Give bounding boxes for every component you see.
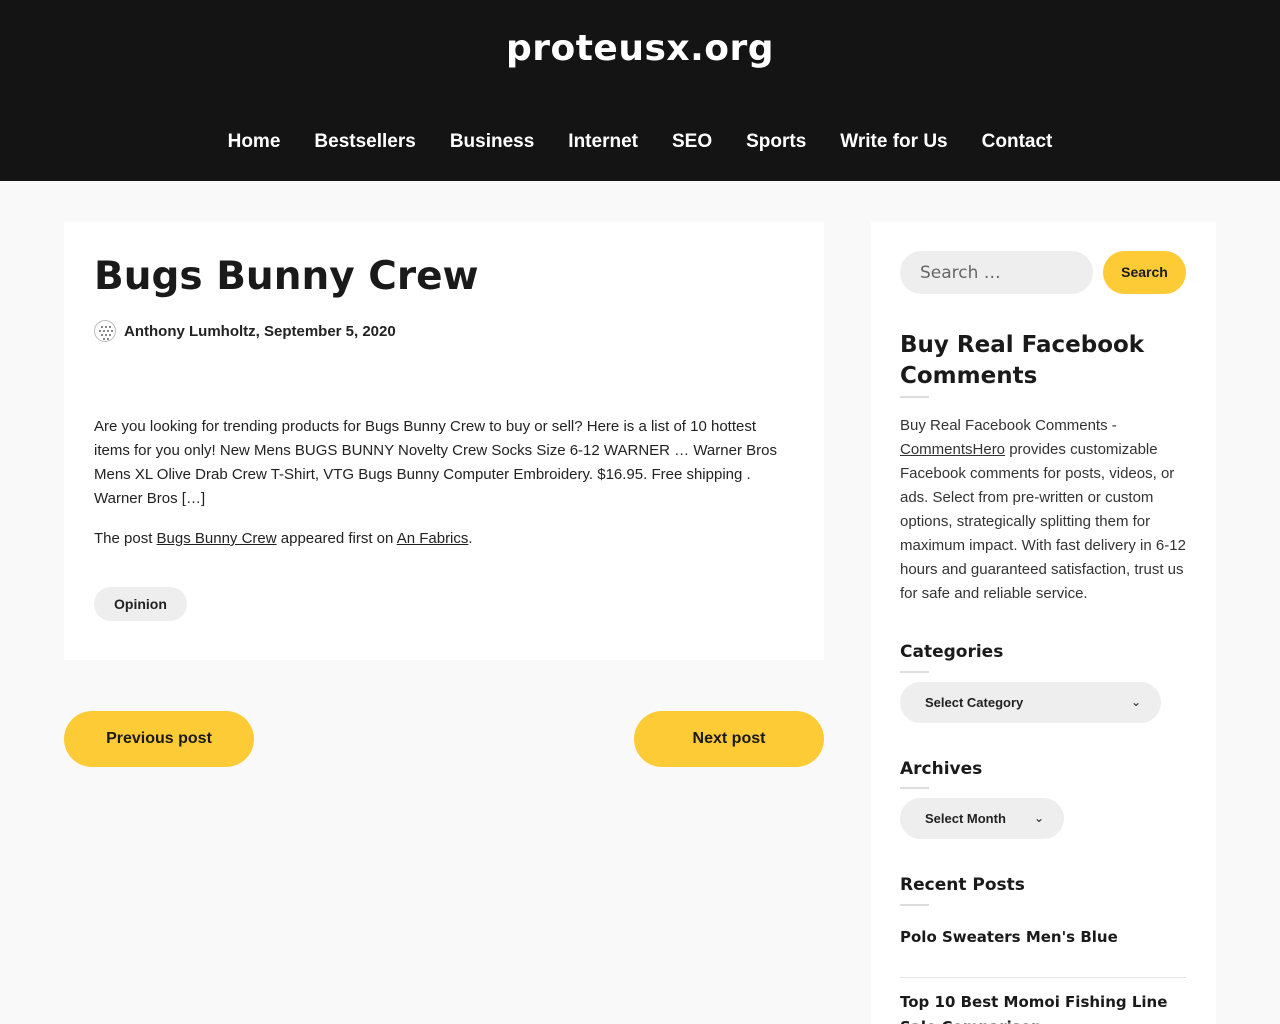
post-author-date[interactable]: Anthony Lumholtz, September 5, 2020 <box>124 323 396 340</box>
post-appeared-first: The post Bugs Bunny Crew appeared first … <box>94 527 473 551</box>
widget-title-underline <box>900 396 929 398</box>
nav-write-for-us[interactable]: Write for Us <box>840 131 947 153</box>
nav-internet[interactable]: Internet <box>568 131 638 153</box>
nav-business[interactable]: Business <box>450 131 534 153</box>
nav-seo[interactable]: SEO <box>672 131 712 153</box>
post-article: Bugs Bunny Crew Anthony Lumholtz, Septem… <box>64 222 824 660</box>
next-post-button[interactable]: Next post <box>634 711 824 767</box>
site-header: proteusx.org Home Bestsellers Business I… <box>0 0 1280 181</box>
categories-title: Categories <box>900 642 1004 662</box>
fb-text-prefix: Buy Real Facebook Comments - <box>900 417 1117 434</box>
source-site-link[interactable]: An Fabrics <box>397 530 469 547</box>
category-select-value: Select Category <box>925 695 1024 710</box>
nav-home[interactable]: Home <box>228 131 281 153</box>
main-nav: Home Bestsellers Business Internet SEO S… <box>0 131 1280 153</box>
recent-post-link[interactable]: Polo Sweaters Men's Blue <box>900 925 1186 950</box>
post-title: Bugs Bunny Crew <box>94 254 479 299</box>
archive-select-value: Select Month <box>925 811 1006 826</box>
recent-post-link[interactable]: Top 10 Best Momoi Fishing Line Sale Comp… <box>900 990 1186 1024</box>
widget-title-underline <box>900 671 929 673</box>
fb-widget-text: Buy Real Facebook Comments - CommentsHer… <box>900 414 1190 606</box>
post-excerpt: Are you looking for trending products fo… <box>94 418 777 507</box>
fb-text-suffix: provides customizable Facebook comments … <box>900 441 1186 602</box>
nav-contact[interactable]: Contact <box>982 131 1053 153</box>
search-button[interactable]: Search <box>1103 251 1186 294</box>
avatar-icon <box>94 320 116 342</box>
recent-posts-title: Recent Posts <box>900 875 1025 895</box>
search-input[interactable] <box>900 251 1093 294</box>
post-meta: Anthony Lumholtz, September 5, 2020 <box>94 320 396 342</box>
previous-post-button[interactable]: Previous post <box>64 711 254 767</box>
nav-sports[interactable]: Sports <box>746 131 806 153</box>
chevron-down-icon: ⌄ <box>1130 695 1141 709</box>
commentshero-link[interactable]: CommentsHero <box>900 441 1005 458</box>
appeared-mid: appeared first on <box>276 530 397 547</box>
recent-divider <box>900 977 1186 978</box>
chevron-down-icon: ⌄ <box>1033 811 1044 825</box>
category-select[interactable]: Select Category ⌄ <box>900 682 1161 723</box>
site-title[interactable]: proteusx.org <box>0 28 1280 69</box>
category-tag[interactable]: Opinion <box>94 587 187 621</box>
nav-bestsellers[interactable]: Bestsellers <box>314 131 415 153</box>
fb-widget-title: Buy Real Facebook Comments <box>900 332 1145 389</box>
appeared-suffix: . <box>468 530 473 547</box>
post-link[interactable]: Bugs Bunny Crew <box>157 530 277 547</box>
widget-title-underline <box>900 904 929 906</box>
archive-select[interactable]: Select Month ⌄ <box>900 798 1064 839</box>
appeared-prefix: The post <box>94 530 157 547</box>
widget-title-underline <box>900 787 929 789</box>
archives-title: Archives <box>900 759 983 779</box>
sidebar: Search Buy Real Facebook Comments Buy Re… <box>871 222 1216 1024</box>
